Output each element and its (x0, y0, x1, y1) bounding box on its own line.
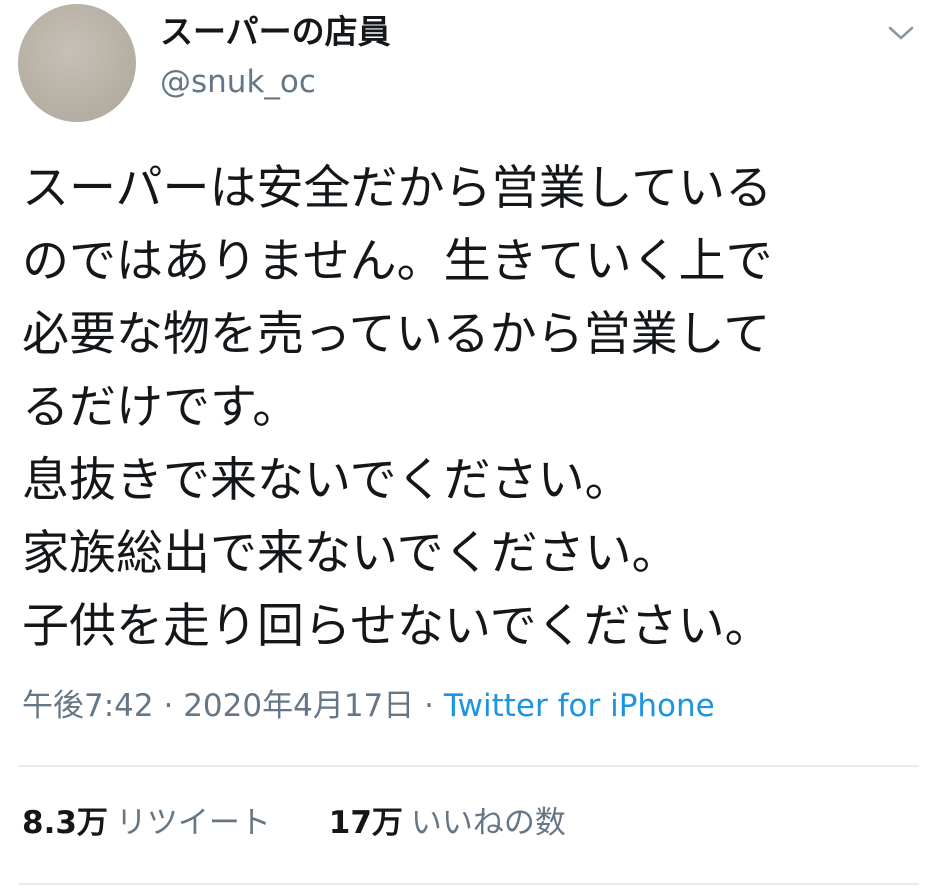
retweets-count: 8.3万 (22, 805, 108, 841)
likes-count: 17万 (328, 805, 403, 841)
display-name[interactable]: スーパーの店員 (160, 10, 391, 54)
meta-separator: · (163, 688, 174, 724)
tweet-source-link[interactable]: Twitter for iPhone (444, 688, 715, 724)
tweet-text-line: 必要な物を売っているから営業して (22, 307, 771, 362)
avatar[interactable] (18, 4, 136, 122)
tweet-date[interactable]: 2020年4月17日 (183, 688, 414, 724)
chevron-down-icon (888, 26, 914, 40)
divider (18, 883, 919, 885)
more-options-button[interactable] (884, 16, 918, 50)
tweet-text-line: スーパーは安全だから営業している (22, 161, 773, 216)
retweets-stat[interactable]: 8.3万 リツイート (22, 801, 271, 845)
tweet-text-line: 子供を走り回らせないでください。 (22, 599, 772, 654)
tweet: スーパーの店員 @snuk_oc スーパーは安全だから営業している のではありま… (0, 0, 937, 887)
tweet-stats: 8.3万 リツイート 17万 いいねの数 (22, 801, 566, 845)
username-handle[interactable]: @snuk_oc (160, 62, 316, 102)
tweet-text-line: 息抜きで来ないでください。 (22, 453, 632, 508)
tweet-text-line: のではありません。生きていく上で (22, 234, 773, 289)
tweet-meta: 午後7:42 · 2020年4月17日 · Twitter for iPhone (22, 684, 715, 728)
tweet-text: スーパーは安全だから営業している のではありません。生きていく上で 必要な物を売… (22, 152, 922, 663)
retweets-label: リツイート (115, 805, 271, 841)
tweet-text-line: 家族総出で来ないでください。 (22, 526, 679, 581)
likes-stat[interactable]: 17万 いいねの数 (329, 801, 566, 845)
meta-separator: · (424, 688, 434, 724)
likes-label: いいねの数 (410, 805, 566, 841)
tweet-time[interactable]: 午後7:42 (22, 688, 154, 724)
divider (18, 765, 919, 767)
tweet-text-line: るだけです。 (22, 380, 300, 435)
